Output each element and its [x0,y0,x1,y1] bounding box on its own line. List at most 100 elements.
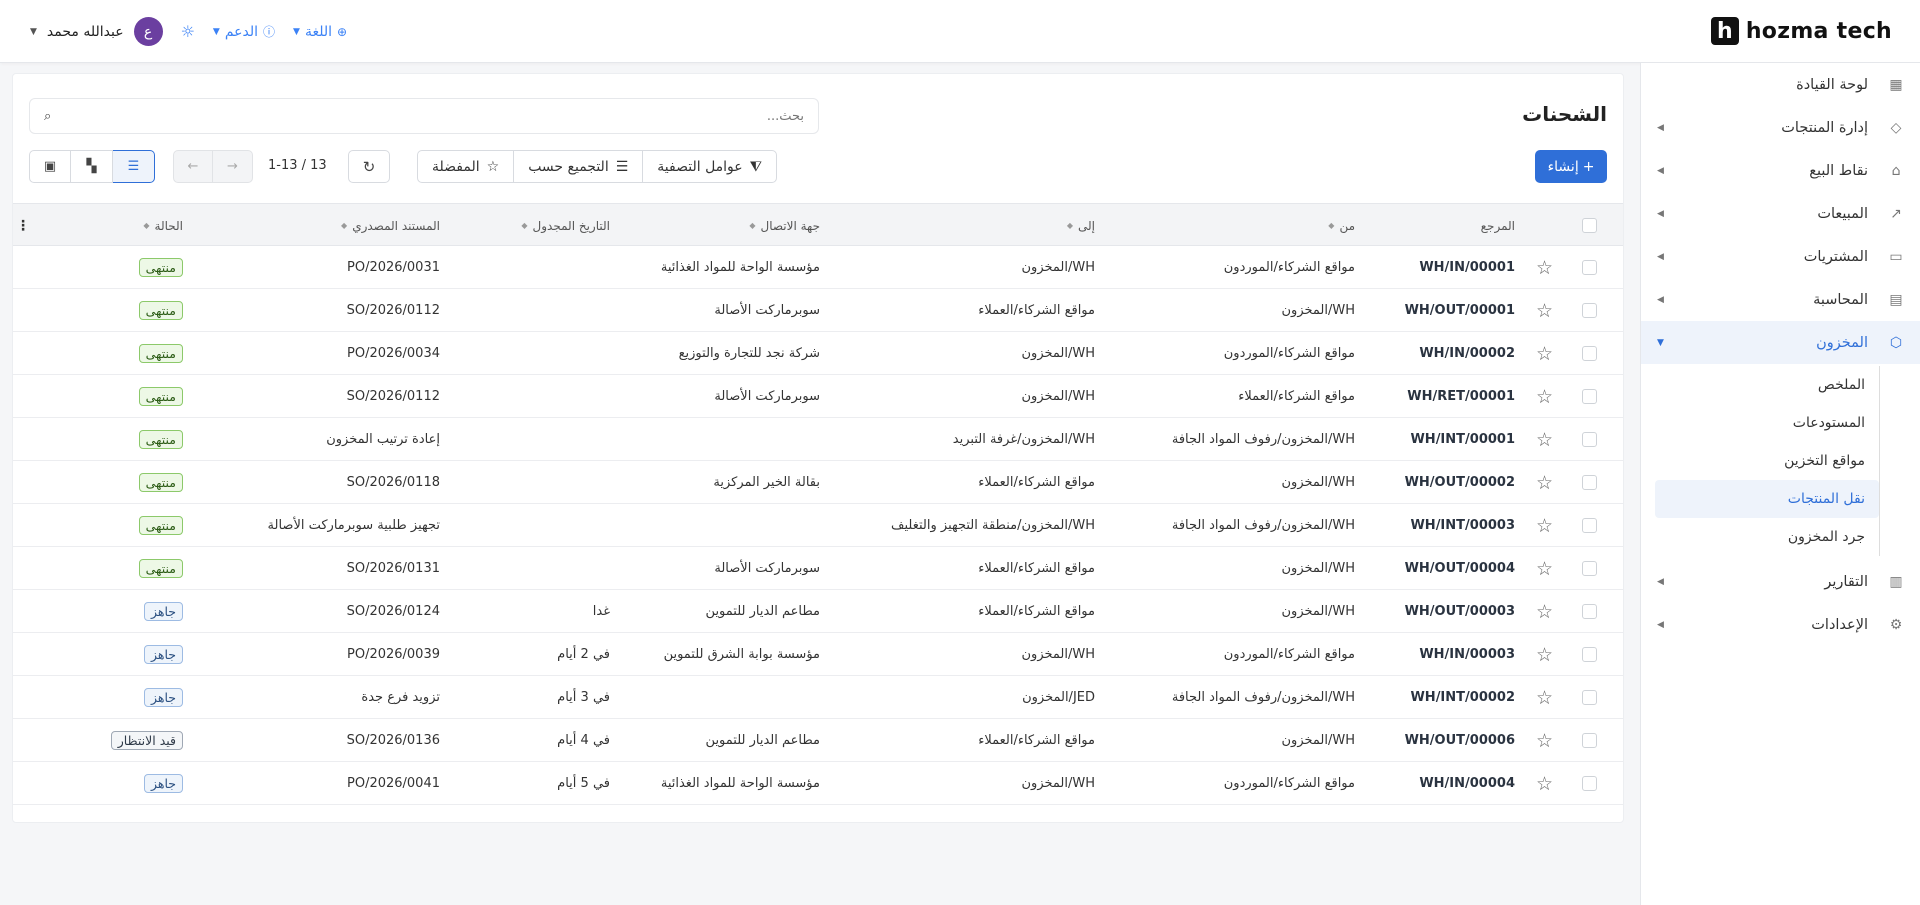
row-checkbox[interactable] [1582,461,1597,504]
table-row[interactable]: ☆ WH/IN/00001 مواقع الشركاء/الموردون WH/الم… [13,246,1623,289]
column-header-from[interactable]: من ◆ [1328,204,1355,247]
favorite-star-icon[interactable]: ☆ [1536,461,1553,504]
favorite-star-icon[interactable]: ☆ [1536,418,1553,461]
row-checkbox[interactable] [1582,676,1597,719]
cell-source: SO/2026/0131 [346,561,440,576]
favorite-star-icon[interactable]: ☆ [1536,504,1553,547]
user-menu[interactable]: ▼ عبدالله محمد ع [30,17,163,46]
submenu-item-locations[interactable]: مواقع التخزين [1655,442,1879,480]
table-row[interactable]: ☆ WH/OUT/00004 WH/المخزون مواقع الشركاء/الع… [13,547,1623,590]
table-row[interactable]: ☆ WH/IN/00003 مواقع الشركاء/الموردون WH/الم… [13,633,1623,676]
cell-source: تجهيز طلبية سوبرماركت الأصالة [267,518,440,533]
column-header-source[interactable]: المستند المصدري ◆ [341,204,440,247]
pager-previous-button[interactable]: ← [173,150,213,183]
group-by-button[interactable]: ☰ التجميع حسب [513,151,642,182]
row-checkbox[interactable] [1582,418,1597,461]
column-header-scheduled-date[interactable]: التاريخ المجدول ◆ [521,204,610,247]
cell-to: WH/المخزون [1021,776,1096,791]
list-view-button[interactable]: ☰ [113,150,155,183]
ref-text: WH/INT/00001 [1410,432,1515,447]
submenu-item-transfers[interactable]: نقل المنتجات [1655,480,1879,518]
submenu-item-warehouses[interactable]: المستودعات [1655,404,1879,442]
cell-ref: WH/OUT/00001 [1405,289,1515,332]
cell-status: منتهى [138,418,183,461]
submenu-item-summary[interactable]: الملخص [1655,366,1879,404]
favorite-star-icon[interactable]: ☆ [1536,676,1553,719]
sidebar-item-purchases[interactable]: ▭ المشتريات ◀ [1641,235,1920,278]
favorite-star-icon[interactable]: ☆ [1536,590,1553,633]
row-checkbox[interactable] [1582,762,1597,805]
cell-contact: مؤسسة الواحة للمواد الغذائية [660,260,820,275]
column-header-status[interactable]: الحالة ◆ [143,204,183,247]
table-row[interactable]: ☆ WH/RET/00001 مواقع الشركاء/العملاء WH/الم… [13,375,1623,418]
row-checkbox[interactable] [1582,547,1597,590]
table-row[interactable]: ☆ WH/INT/00002 WH/المخزون/رفوف المواد الجا… [13,676,1623,719]
cell-status: منتهى [138,504,183,547]
favorite-star-icon[interactable]: ☆ [1536,332,1553,375]
favorite-star-icon[interactable]: ☆ [1536,719,1553,762]
favorite-star-icon[interactable]: ☆ [1536,289,1553,332]
table-row[interactable]: ☆ WH/IN/00002 مواقع الشركاء/الموردون WH/الم… [13,332,1623,375]
favorite-star-icon[interactable]: ☆ [1536,633,1553,676]
table-row[interactable]: ☆ WH/OUT/00003 WH/المخزون مواقع الشركاء/الع… [13,590,1623,633]
search-icon[interactable]: ⌕ [44,109,51,124]
row-checkbox[interactable] [1582,246,1597,289]
cell-ref: WH/IN/00001 [1419,246,1515,289]
select-all-checkbox[interactable] [1582,204,1597,247]
search-input[interactable] [104,108,804,124]
row-checkbox[interactable] [1582,719,1597,762]
table-row[interactable]: ☆ WH/INT/00003 WH/المخزون/رفوف المواد الجا… [13,504,1623,547]
table-row[interactable]: ☆ WH/OUT/00006 WH/المخزون مواقع الشركاء/الع… [13,719,1623,762]
column-header-to[interactable]: إلى ◆ [1067,204,1095,247]
refresh-button[interactable]: ↻ [348,150,390,183]
sidebar-item-settings[interactable]: ⚙ الإعدادات ◀ [1641,603,1920,646]
column-header-ref[interactable]: المرجع [1481,204,1515,247]
cell-contact: سوبرماركت الأصالة [714,303,820,318]
tag-icon: ◇ [1890,119,1902,136]
row-checkbox[interactable] [1582,504,1597,547]
sidebar-item-products[interactable]: ◇ إدارة المنتجات ◀ [1641,106,1920,149]
favorite-star-icon[interactable]: ☆ [1536,547,1553,590]
sidebar-item-accounting[interactable]: ▤ المحاسبة ◀ [1641,278,1920,321]
chevron-down-icon: ▼ [293,26,300,37]
chevron-left-icon: ◀ [1657,576,1664,587]
sidebar-item-dashboard[interactable]: ▦ لوحة القيادة [1641,63,1920,106]
favorite-star-icon[interactable]: ☆ [1536,375,1553,418]
checkbox-box [1582,690,1597,705]
column-options-icon[interactable]: ⋮ [16,204,30,247]
sidebar-item-inventory[interactable]: ⬡ المخزون ▼ [1641,321,1920,364]
kanban-view-button[interactable]: ▚ [71,150,113,183]
sidebar-item-pos[interactable]: ⌂ نقاط البيع ◀ [1641,149,1920,192]
row-checkbox[interactable] [1582,332,1597,375]
table-row[interactable]: ☆ WH/OUT/00002 WH/المخزون مواقع الشركاء/الع… [13,461,1623,504]
favorite-star-icon[interactable]: ☆ [1536,762,1553,805]
pager-next-button[interactable]: → [213,150,253,183]
cell-ref: WH/INT/00003 [1410,504,1515,547]
theme-toggle-icon[interactable]: ☼ [181,22,195,41]
column-header-contact[interactable]: جهة الاتصال ◆ [749,204,820,247]
sidebar-item-reports[interactable]: ▥ التقارير ◀ [1641,560,1920,603]
row-checkbox[interactable] [1582,375,1597,418]
favorites-button[interactable]: ☆ المفضلة [418,151,513,182]
language-menu[interactable]: ▼ اللغة ⊕ [293,24,347,40]
create-button[interactable]: + إنشاء [1535,150,1607,183]
cell-status: منتهى [138,547,183,590]
pager-value[interactable]: 1-13 / 13 [268,158,327,173]
table-row[interactable]: ☆ WH/INT/00001 WH/المخزون/رفوف المواد الجا… [13,418,1623,461]
table-row[interactable]: ☆ WH/OUT/00001 WH/المخزون مواقع الشركاء/الع… [13,289,1623,332]
filters-button[interactable]: ⧩ عوامل التصفية [642,151,776,182]
row-checkbox[interactable] [1582,289,1597,332]
table-row[interactable]: ☆ WH/IN/00004 مواقع الشركاء/الموردون WH/الم… [13,762,1623,805]
sidebar-item-sales[interactable]: ↗ المبيعات ◀ [1641,192,1920,235]
row-checkbox[interactable] [1582,590,1597,633]
support-menu[interactable]: ▼ الدعم ⓘ [213,23,275,40]
favorite-star-icon[interactable]: ☆ [1536,246,1553,289]
search-box: ⌕ [29,98,819,134]
calendar-view-button[interactable]: ▣ [29,150,71,183]
cell-ref: WH/OUT/00006 [1405,719,1515,762]
row-checkbox[interactable] [1582,633,1597,676]
sort-icon: ◆ [1328,221,1335,230]
brand-logo[interactable]: h hozma tech [1710,17,1892,45]
submenu-item-stock-count[interactable]: جرد المخزون [1655,518,1879,556]
chevron-left-icon: ◀ [1657,208,1664,219]
